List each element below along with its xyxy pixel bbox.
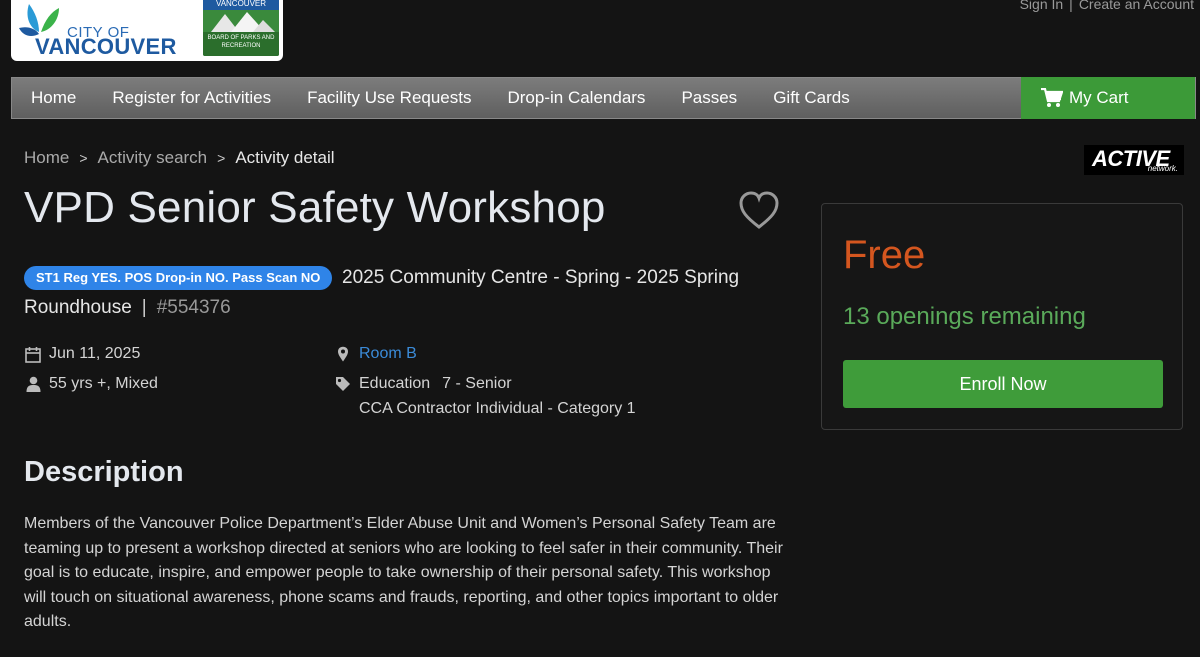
breadcrumb-current: Activity detail <box>235 148 335 167</box>
mountain-icon <box>203 10 279 32</box>
price-label: Free <box>843 233 926 277</box>
age-row: 55 yrs +, Mixed <box>24 375 158 393</box>
parks-board-logo: VANCOUVER BOARD OF PARKS AND RECREATION <box>203 0 279 56</box>
account-separator: | <box>1069 0 1073 12</box>
description-heading: Description <box>24 456 184 488</box>
main-nav: Home Register for Activities Facility Us… <box>11 77 1196 119</box>
map-pin-icon <box>334 346 352 362</box>
registration-status-badge: ST1 Reg YES. POS Drop-in NO. Pass Scan N… <box>24 266 333 290</box>
sub-category-label: 7 - Senior <box>442 375 512 392</box>
room-row: Room B <box>334 345 417 363</box>
breadcrumb: Home > Activity search > Activity detail <box>24 148 335 168</box>
description-text: Members of the Vancouver Police Departme… <box>24 515 783 630</box>
nav-item-facility-use[interactable]: Facility Use Requests <box>289 77 489 119</box>
breadcrumb-separator: > <box>79 150 88 166</box>
shopping-cart-icon <box>1041 88 1063 107</box>
tag-icon <box>334 376 352 392</box>
room-link[interactable]: Room B <box>359 345 417 363</box>
activity-number: #554376 <box>156 297 231 318</box>
date-row: Jun 11, 2025 <box>24 345 140 363</box>
breadcrumb-activity-search[interactable]: Activity search <box>98 148 208 167</box>
my-cart-button[interactable]: My Cart <box>1021 77 1195 119</box>
category-row: Education 7 - Senior <box>334 375 512 393</box>
nav-item-register[interactable]: Register for Activities <box>94 77 289 119</box>
session-name: 2025 Community Centre - Spring - 2025 Sp… <box>342 267 740 288</box>
category-label: Education <box>359 375 431 392</box>
parks-logo-top: VANCOUVER <box>203 0 279 10</box>
parks-logo-bottom: BOARD OF PARKS AND RECREATION <box>203 32 279 56</box>
enroll-card: Free 13 openings remaining Enroll Now <box>821 203 1183 430</box>
activity-date: Jun 11, 2025 <box>49 345 141 362</box>
openings-remaining: 13 openings remaining <box>843 303 1086 330</box>
cart-label: My Cart <box>1069 88 1129 107</box>
location-line: Roundhouse | #554376 <box>24 297 231 319</box>
age-gender: 55 yrs +, Mixed <box>49 375 158 392</box>
sign-in-link[interactable]: Sign In <box>1020 0 1064 12</box>
person-icon <box>24 376 42 392</box>
contractor-row: CCA Contractor Individual - Category 1 <box>359 400 636 418</box>
calendar-icon <box>24 346 42 363</box>
city-logo[interactable]: CITY OF VANCOUVER VANCOUVER BOARD OF PAR… <box>11 0 283 61</box>
breadcrumb-home[interactable]: Home <box>24 148 69 167</box>
contractor-label: CCA Contractor Individual - Category 1 <box>359 400 636 417</box>
enroll-now-button[interactable]: Enroll Now <box>843 360 1163 408</box>
nav-item-home[interactable]: Home <box>12 77 94 119</box>
nav-item-passes[interactable]: Passes <box>663 77 755 119</box>
location-name: Roundhouse <box>24 297 132 318</box>
account-links: Sign In | Create an Account <box>1020 0 1194 12</box>
breadcrumb-separator: > <box>217 150 226 166</box>
nav-item-drop-in-calendars[interactable]: Drop-in Calendars <box>489 77 663 119</box>
heart-icon[interactable] <box>738 191 780 231</box>
active-network-logo: ACTIVE network. <box>1084 145 1184 175</box>
logo-city-line2: VANCOUVER <box>35 34 177 59</box>
create-account-link[interactable]: Create an Account <box>1079 0 1194 12</box>
location-separator: | <box>141 297 147 318</box>
nav-item-gift-cards[interactable]: Gift Cards <box>755 77 868 119</box>
page-title: VPD Senior Safety Workshop <box>24 183 606 232</box>
active-logo-sub: network. <box>1147 164 1178 173</box>
